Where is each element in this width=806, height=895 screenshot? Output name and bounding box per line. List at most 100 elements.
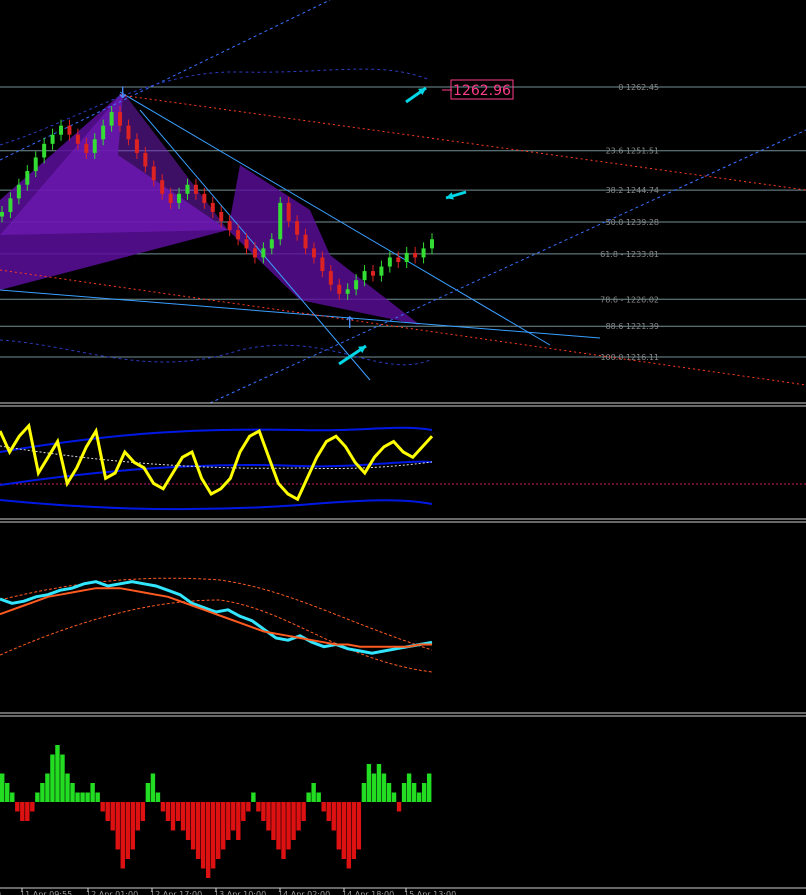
candle [278,202,283,240]
candle [328,271,333,285]
histogram-bar [95,792,100,802]
histogram-bar [421,783,427,802]
candle [354,280,359,290]
candle [50,134,55,144]
candle [0,212,4,217]
price-tag-value: 1262.96 [453,83,511,99]
candle [118,112,123,126]
price-tag: 1262.96 [442,79,514,100]
histogram-bar [115,802,120,850]
candle [219,212,224,222]
fib-label: 23.6 1251.51 [606,147,659,156]
fib-label: 0 1262.45 [618,83,659,92]
histogram-bar [266,802,271,831]
candle [430,239,434,249]
histogram-bar [301,802,306,821]
histogram-bar [341,802,347,859]
histogram-bar [306,792,311,802]
candle [143,152,148,167]
histogram-bar [10,792,15,802]
candle [101,125,106,140]
histogram-bar [15,802,20,812]
histogram-bar [216,802,221,859]
candle [337,284,342,294]
histogram-bar [50,754,55,802]
candle [151,166,156,181]
candle [244,239,249,249]
histogram-bar [241,802,246,821]
histogram-bar [226,802,231,840]
candle [396,257,401,262]
histogram-bar [130,802,136,850]
histogram-bar [140,802,146,821]
candle [25,171,30,185]
histogram-bar [180,802,186,831]
candle [261,248,266,258]
histogram-bar [110,802,115,831]
histogram-bar [376,764,382,802]
histogram-bar [90,783,95,802]
candle [295,221,300,235]
histogram-bar [316,792,321,802]
histogram-bar [75,792,80,802]
histogram-bar [40,783,45,802]
candle [16,184,21,199]
histogram-bar [396,802,402,812]
histogram-bar [426,773,432,802]
histogram-bar [205,802,211,878]
histogram-bar [60,754,65,802]
histogram-bar [336,802,341,850]
time-axis: 9 11 Apr 09:55 12 Apr 01:00 12 Apr 17:00 13 … [0,888,456,895]
fib-label: 38.2 1244.74 [606,186,659,195]
histogram-bar [311,783,316,802]
trading-chart[interactable]: 0 1262.45 23.6 1251.51 38.2 1244.74 50.0 12… [0,0,806,895]
candle [303,234,308,249]
histogram-bar [251,792,256,802]
time-label: 12 Apr 01:00 [86,890,138,895]
candle [210,202,215,212]
time-label: 11 Apr 09:55 [20,890,72,895]
candle [109,112,114,126]
histogram-bar [190,802,196,850]
histogram-bar [155,792,161,802]
histogram-bar [321,802,326,812]
histogram-bar [261,802,266,821]
fractal-marker: ↓ [116,83,129,102]
candle [421,248,426,258]
histogram-bar [125,802,131,859]
histogram-bar [406,773,412,802]
candle [92,139,97,153]
candle [286,202,291,222]
histogram-bar [236,802,241,840]
histogram-bar [391,792,397,802]
histogram-bar [45,773,50,802]
time-label: 15 Apr 13:00 [404,890,456,895]
histogram-bar [291,802,296,840]
histogram-bar [25,802,30,821]
candle [59,125,64,135]
candle [84,143,89,153]
candle [67,125,72,135]
histogram-bar [145,783,151,802]
candle [320,257,325,272]
candle [75,134,80,144]
time-label: 14 Apr 18:00 [342,890,394,895]
histogram-bar [411,783,417,802]
histogram-bar [246,802,251,812]
candle [413,252,418,258]
candle [404,252,409,262]
histogram-bar [65,773,70,802]
histogram-bar [210,802,216,869]
fib-label: 50.0 1239.28 [606,218,659,227]
histogram-bar [221,802,226,850]
candle [33,157,38,172]
fractal-marker: ↑ [343,313,356,332]
histogram-bar [386,783,392,802]
candle [252,248,257,258]
histogram-bar [150,773,156,802]
candle [236,230,241,240]
histogram-bar [296,802,301,831]
candle [269,239,274,249]
histogram-bar [70,783,75,802]
candle [185,184,190,194]
